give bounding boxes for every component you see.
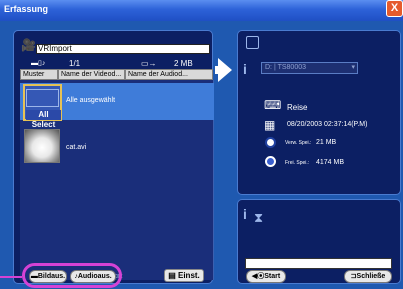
hourglass-icon: ⧗ [254,210,264,225]
file-list: All Select Alle ausgewählt cat.avi [20,80,214,280]
settings-button[interactable]: ▤ Einst. [164,269,204,282]
drive-icon [246,36,259,49]
used-disk-icon [265,137,276,148]
count-label: 1/1 [69,59,81,68]
film-frame-icon [26,89,59,107]
used-label: Verw. Spei.: [285,140,312,146]
size-label: 2 MB [174,59,193,68]
start-label: Start [264,273,281,280]
close-action-button[interactable]: ⊐Schließe [344,270,392,283]
row-name: cat.avi [66,144,87,151]
camera-folder-icon: 🎥 [21,38,36,52]
progress-bar [245,258,392,269]
stats-row: ▬▯♪ 1/1 ▭→ 2 MB [31,59,211,69]
destination-select[interactable]: D: | TS80003 ▾ [261,62,358,74]
row-name: Alle ausgewählt [66,97,116,104]
used-value: 21 MB [316,139,337,146]
settings-label: Einst. [178,271,200,280]
free-label: Frei. Spei.: [285,160,310,166]
camera-icon: ▭→ [141,59,157,68]
list-header: Muster Name der Videod... Name der Audio… [20,69,214,80]
close-action-label: Schließe [356,273,386,280]
all-select-label: All Select [26,110,61,129]
record-icon: ◀⦿ [251,273,265,280]
destination-panel: i [237,30,401,195]
list-item[interactable]: cat.avi [20,127,214,164]
source-panel: 🎥 VRImport ▬▯♪ 1/1 ▭→ 2 MB Muster Name d… [13,30,214,284]
right-arrow-icon [218,58,232,82]
import-name-field[interactable]: VRImport [36,44,210,54]
category-icon: ⌨ [264,98,282,112]
info-icon: i [243,61,247,77]
datetime-text: 08/20/2003 02:37:14(P.M) [287,121,368,128]
calendar-icon: ▦ [264,118,276,132]
free-value: 4174 MB [316,159,345,166]
capture-window: Erfassung X 🎥 VRImport ▬▯♪ 1/1 ▭→ 2 MB M… [0,0,403,289]
col-video[interactable]: Name der Videod... [58,69,125,80]
list-item[interactable]: All Select Alle ausgewählt [20,83,214,129]
client-area: 🎥 VRImport ▬▯♪ 1/1 ▭→ 2 MB Muster Name d… [0,21,403,289]
start-button[interactable]: ◀⦿Start [246,270,286,283]
highlight-connector [0,276,22,278]
film-icon: ▬▯♪ [31,60,46,67]
col-audio[interactable]: Name der Audiod... [125,69,213,80]
free-disk-icon [265,156,276,167]
close-button[interactable]: X [386,0,403,17]
category-text: Reise [287,103,308,112]
info-icon: i [243,206,247,222]
highlight-ring [22,263,122,288]
settings-icon: ▤ [168,271,178,280]
col-muster[interactable]: Muster [20,69,58,80]
title-bar: Erfassung X [0,0,403,21]
destination-value: D: | TS80003 [265,64,306,71]
window-title: Erfassung [4,4,49,14]
all-select-thumbnail[interactable]: All Select [23,84,62,129]
chevron-down-icon: ▾ [351,64,355,71]
